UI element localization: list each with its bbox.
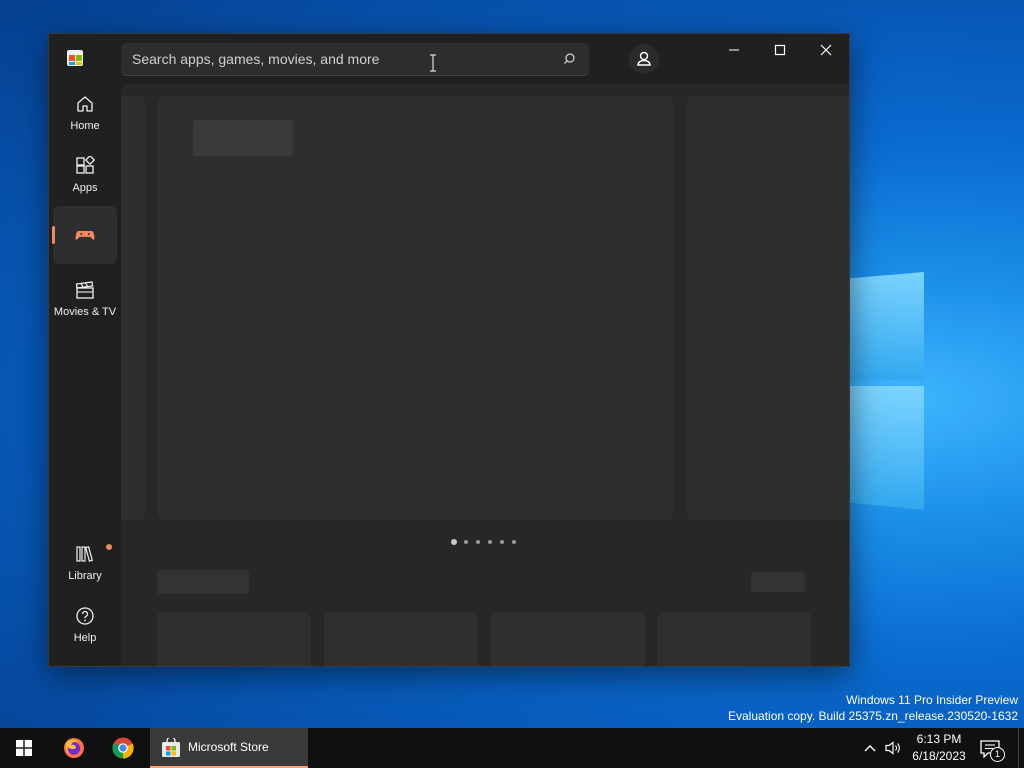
system-clock[interactable]: 6:13 PM 6/18/2023: [904, 731, 974, 765]
sidebar-item-help[interactable]: Help: [53, 596, 117, 654]
carousel-dot[interactable]: [451, 539, 457, 545]
sidebar-item-apps[interactable]: Apps: [53, 146, 117, 204]
close-button[interactable]: [803, 34, 849, 66]
apps-icon: [75, 154, 96, 176]
sidebar-item-gaming[interactable]: [52, 206, 117, 264]
sidebar-item-label: Apps: [72, 182, 98, 194]
close-icon: [820, 44, 832, 56]
maximize-button[interactable]: [757, 34, 803, 66]
taskbar: Microsoft Store 6:13 PM 6/18/2023 1: [0, 728, 1024, 768]
hero-title-placeholder: [193, 120, 293, 156]
active-indicator: [52, 226, 55, 244]
maximize-icon: [774, 44, 786, 56]
carousel-dot[interactable]: [512, 540, 516, 544]
chrome-icon: [112, 737, 134, 759]
search-box[interactable]: [121, 43, 589, 76]
show-desktop-button[interactable]: [1018, 728, 1024, 768]
taskbar-chrome[interactable]: [100, 728, 146, 768]
home-icon: [75, 94, 95, 114]
help-icon: [75, 606, 95, 626]
hero-card-next[interactable]: [687, 96, 849, 520]
sidebar-item-label: Home: [70, 120, 100, 132]
windows-start-icon: [16, 740, 32, 756]
carousel-dot[interactable]: [500, 540, 504, 544]
search-icon[interactable]: [563, 51, 579, 67]
start-button[interactable]: [0, 728, 48, 768]
person-icon: [637, 51, 651, 66]
library-icon: [75, 544, 95, 564]
sidebar-item-label: Library: [68, 570, 102, 582]
sidebar-item-label: Help: [73, 632, 97, 644]
hero-card-current[interactable]: [157, 96, 673, 520]
movie-clapper-icon: [75, 280, 95, 300]
watermark-line-1: Windows 11 Pro Insider Preview: [846, 693, 1018, 707]
minimize-icon: [729, 49, 739, 51]
store-icon: [162, 738, 180, 757]
product-card-placeholder[interactable]: [324, 612, 478, 666]
product-card-placeholder[interactable]: [157, 612, 311, 666]
sidebar-item-home[interactable]: Home: [53, 84, 117, 142]
gamepad-icon: [75, 225, 95, 245]
taskbar-firefox[interactable]: [52, 728, 96, 768]
section-title-placeholder: [157, 570, 249, 594]
sidebar-item-movies-tv[interactable]: Movies & TV: [53, 270, 117, 328]
search-input[interactable]: [121, 43, 541, 75]
see-all-placeholder[interactable]: [751, 572, 805, 592]
product-card-placeholder[interactable]: [491, 612, 645, 666]
wallpaper-windows-logo: [848, 256, 928, 514]
text-cursor-icon: [429, 54, 437, 72]
minimize-button[interactable]: [711, 34, 757, 66]
notification-count-badge: 1: [990, 747, 1005, 762]
taskbar-app-label: Microsoft Store: [188, 740, 269, 754]
evaluation-watermark: Windows 11 Pro Insider Preview Evaluatio…: [728, 692, 1018, 724]
product-card-placeholder[interactable]: [657, 612, 811, 666]
clock-time: 6:13 PM: [916, 732, 962, 746]
carousel-dot[interactable]: [476, 540, 480, 544]
clock-date: 6/18/2023: [912, 749, 966, 763]
speaker-icon: [885, 741, 900, 755]
volume-button[interactable]: [884, 740, 902, 761]
navigation-sidebar: Home Apps Movies & TV Library Help: [49, 84, 121, 666]
watermark-line-2: Evaluation copy. Build 25375.zn_release.…: [728, 709, 1018, 723]
store-logo-icon: [67, 50, 83, 66]
carousel-dot[interactable]: [464, 540, 468, 544]
sidebar-item-label: Movies & TV: [53, 306, 117, 318]
carousel-dot[interactable]: [488, 540, 492, 544]
hero-card-previous[interactable]: [121, 96, 145, 520]
show-hidden-icons-button[interactable]: [862, 740, 878, 761]
action-center-button[interactable]: 1: [978, 736, 1008, 762]
microsoft-store-window: Home Apps Movies & TV Librar: [48, 33, 850, 667]
firefox-icon: [64, 738, 84, 758]
account-avatar-button[interactable]: [629, 44, 659, 74]
taskbar-microsoft-store[interactable]: Microsoft Store: [150, 728, 308, 768]
chevron-up-icon: [864, 745, 876, 752]
main-content: [121, 84, 849, 666]
update-badge: [106, 544, 112, 550]
sidebar-item-library[interactable]: Library: [53, 534, 117, 592]
